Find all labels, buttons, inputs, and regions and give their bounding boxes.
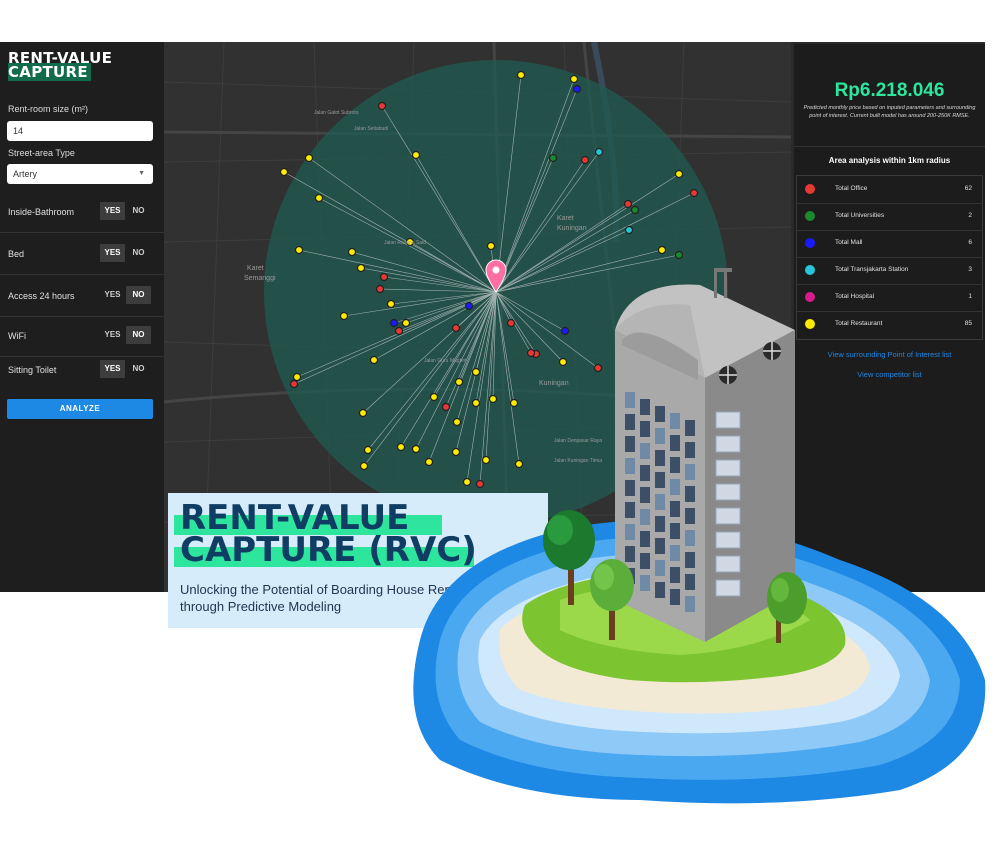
- island-illustration: [413, 268, 986, 804]
- building-icon: [615, 268, 795, 642]
